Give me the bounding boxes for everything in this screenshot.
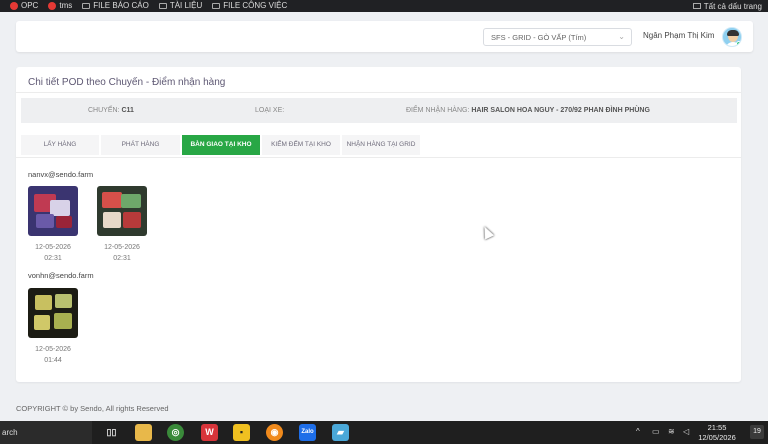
all-bookmarks[interactable]: Tất cả dấu trang (692, 0, 762, 12)
bookmark-tms[interactable]: tms (48, 2, 72, 10)
chevron-up-icon[interactable]: ^ (636, 427, 640, 436)
pod-detail-card: Chi tiết POD theo Chuyến - Điểm nhận hàn… (16, 67, 741, 382)
folder-icon (212, 3, 221, 9)
taskbar: arch ▯▯ ◎ W ▪ ◉ Zalo ▰ ^ ▭ ≋ ◁ 21:55 12/0… (0, 421, 768, 444)
tab-ban-giao-tai-kho[interactable]: BÀN GIAO TẠI KHO (182, 135, 260, 155)
task-view-icon[interactable]: ▯▯ (103, 424, 120, 441)
volume-icon[interactable]: ◁ (683, 427, 689, 436)
pod-photo[interactable] (97, 186, 147, 236)
zalo-icon[interactable]: Zalo (299, 424, 316, 441)
user-name[interactable]: Ngân Phạm Thị Kim (643, 31, 714, 40)
hub-select[interactable]: SFS - GRID - GÒ VẤP (Tím) ⌄ (483, 28, 632, 46)
app-icon[interactable]: ▰ (332, 424, 349, 441)
pod-photo[interactable] (28, 186, 78, 236)
tab-lay-hang[interactable]: LẤY HÀNG (21, 135, 99, 155)
browser-icon[interactable]: ◉ (266, 424, 283, 441)
tab-nhan-hang-tai-grid[interactable]: NHẬN HÀNG TẠI GRID (342, 135, 420, 155)
bookmark-tai-lieu[interactable]: TÀI LIỆU (158, 2, 202, 10)
online-status-icon (736, 41, 741, 46)
bookmark-file-bao-cao[interactable]: FILE BÁO CÁO (82, 2, 149, 10)
bookmark-opc[interactable]: OPC (10, 2, 38, 10)
page-title: Chi tiết POD theo Chuyến - Điểm nhận hàn… (28, 77, 226, 88)
folder-icon (692, 3, 701, 9)
bookmark-file-cong-viec[interactable]: FILE CÔNG VIỆC (212, 2, 287, 10)
vehicle-info: LOẠI XE: (255, 107, 285, 114)
chrome-icon[interactable]: ◎ (167, 424, 184, 441)
pod-photo[interactable] (28, 288, 78, 338)
sticky-notes-icon[interactable]: ▪ (233, 424, 250, 441)
notification-center[interactable]: 19 (750, 425, 764, 439)
top-header: SFS - GRID - GÒ VẤP (Tím) ⌄ Ngân Phạm Th… (16, 21, 753, 52)
photo-timestamp: 12-05-2026 02:31 (104, 244, 140, 262)
tab-kiem-dem-tai-kho[interactable]: KIỂM ĐẾM TẠI KHO (262, 135, 340, 155)
uploader-email: nanvx@sendo.farm (28, 170, 94, 179)
taskbar-search[interactable]: arch (0, 421, 92, 444)
photo-timestamp: 12-05-2026 01:44 (35, 346, 71, 364)
trip-info: CHUYẾN: C11 (88, 107, 134, 114)
wifi-icon[interactable]: ≋ (668, 427, 675, 436)
file-explorer-icon[interactable] (135, 424, 152, 441)
avatar[interactable] (722, 27, 742, 47)
wps-icon[interactable]: W (201, 424, 218, 441)
clock[interactable]: 21:55 12/05/2026 (697, 423, 737, 443)
folder-icon (82, 3, 91, 9)
red-app-icon (48, 2, 57, 10)
red-app-icon (10, 2, 18, 10)
copyright-footer: COPYRIGHT © by Sendo, All rights Reserve… (16, 404, 169, 413)
pickup-info: ĐIỂM NHẬN HÀNG: HAIR SALON HOA NGUY - 27… (406, 107, 650, 114)
bookmarks-bar: OPC tms FILE BÁO CÁO TÀI LIỆU FILE CÔNG … (0, 0, 768, 12)
tab-phat-hang[interactable]: PHÁT HÀNG (101, 135, 180, 155)
chevron-down-icon: ⌄ (618, 32, 625, 41)
trip-info-bar: CHUYẾN: C11 LOẠI XE: ĐIỂM NHẬN HÀNG: HAI… (21, 98, 737, 123)
folder-icon (158, 3, 167, 9)
photo-timestamp: 12-05-2026 02:31 (35, 244, 71, 262)
uploader-email: vonhn@sendo.farm (28, 271, 94, 280)
battery-icon[interactable]: ▭ (652, 427, 660, 436)
